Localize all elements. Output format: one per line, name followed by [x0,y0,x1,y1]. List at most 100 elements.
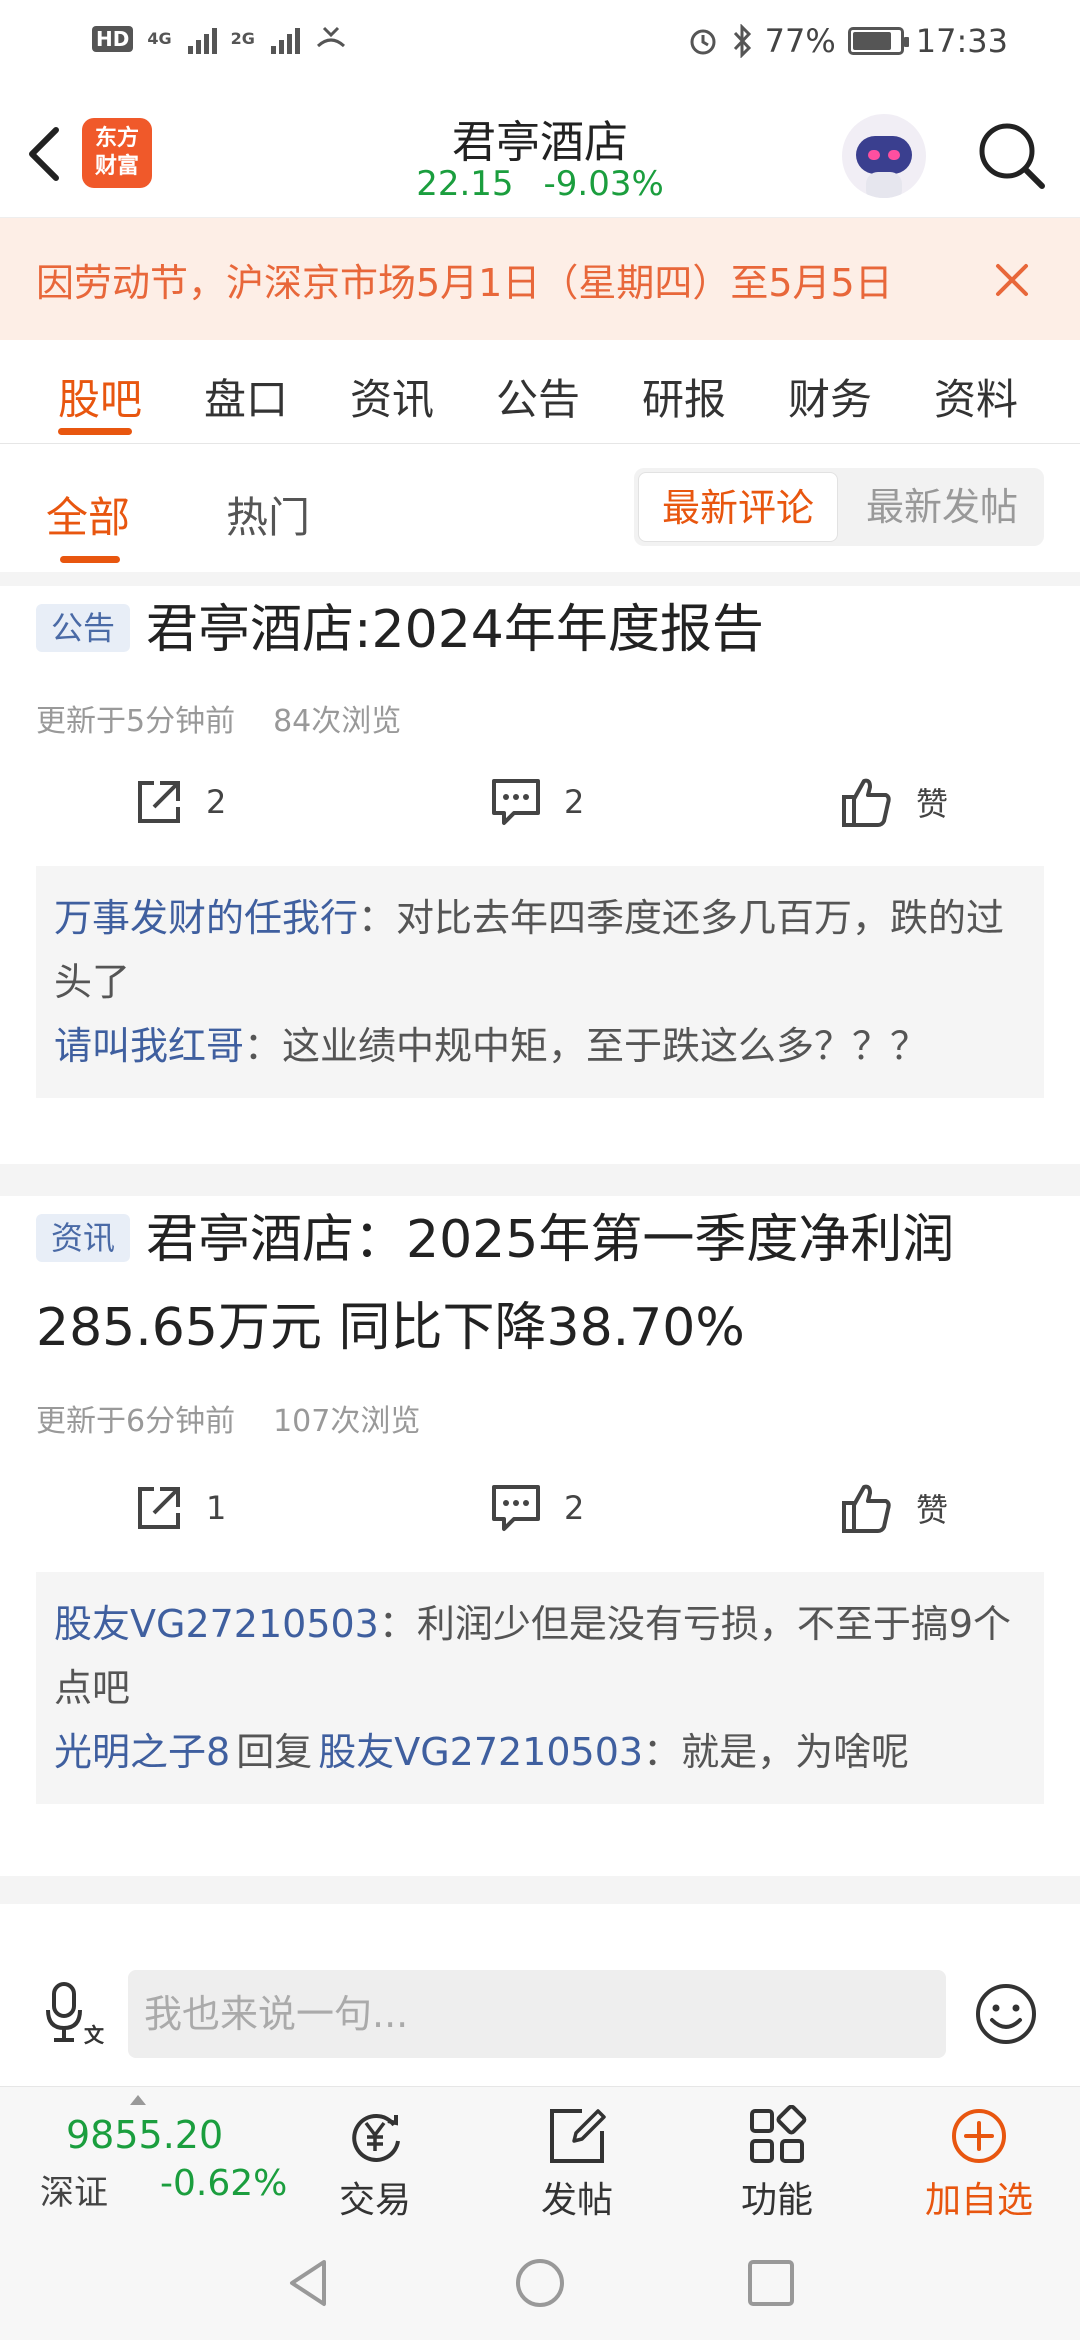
grid-apps-icon [750,2105,807,2163]
section-divider [0,572,1080,586]
tab-pankou[interactable]: 盘口 [204,366,288,427]
share-button[interactable]: 1 [134,1478,226,1538]
like-label: 赞 [916,785,949,823]
status-bar-left: HD 4G 2G [92,24,348,54]
comment-preview[interactable]: 股友VG27210503：利润少但是没有亏损，不至于搞9个点吧 光明之子8 回复股… [36,1572,1044,1804]
comment-item: 万事发财的任我行：对比去年四季度还多几百万，跌的过头了 [54,886,1026,1014]
share-count: 1 [206,1489,227,1527]
close-icon[interactable] [990,258,1034,302]
hd-badge: HD [92,26,134,52]
share-icon [138,781,180,823]
active-tab-indicator [58,428,132,435]
comment-preview[interactable]: 万事发财的任我行：对比去年四季度还多几百万，跌的过头了 请叫我红哥：这业绩中规中… [36,866,1044,1098]
bluetooth-icon [733,24,751,58]
stock-header: 东方 财富 君亭酒店 22.15 -9.03% [0,88,1080,218]
battery-percent: 77% [764,22,836,60]
sort-latest-comment-button[interactable]: 最新评论 [638,472,838,542]
subtab-all[interactable]: 全部 [46,484,130,545]
nav-post[interactable]: 发帖 [502,2087,652,2223]
stock-change: -9.03% [543,164,664,204]
tab-announcements[interactable]: 公告 [496,366,580,427]
comment-button[interactable]: 2 [490,1478,584,1538]
nav-label: 功能 [740,2180,813,2221]
reply-label: 回复 [236,1730,313,1774]
share-icon [138,1487,180,1529]
system-navigation-bar [0,2222,1080,2340]
nav-label: 交易 [338,2180,411,2221]
section-divider [0,1876,1080,1904]
missed-call-icon [316,26,345,48]
nav-label: 加自选 [924,2180,1033,2221]
plus-circle-icon [952,2109,1006,2163]
post-card[interactable]: 公告 君亭酒店:2024年年度报告 更新于5分钟前 84次浏览 2 2 赞 万事发财… [0,586,1080,1164]
main-tab-bar: 股吧 盘口 资讯 公告 研报 财务 资料 [0,340,1080,444]
post-meta: 更新于6分钟前 107次浏览 [36,1396,420,1440]
share-count: 2 [206,783,227,821]
comment-user[interactable]: 万事发财的任我行 [54,896,358,940]
battery-icon [847,27,909,55]
comment-text: ：这业绩中规中矩，至于跌这么多？？？ [244,1024,929,1068]
comment-item: 请叫我红哥：这业绩中规中矩，至于跌这么多？？？ [54,1014,1026,1078]
comment-item: 光明之子8 回复 股友VG27210503：就是，为啥呢 [54,1720,1026,1784]
tab-finance[interactable]: 财务 [788,366,872,427]
post-title-text: 君亭酒店:2024年年度报告 [146,600,764,660]
system-back-icon[interactable] [282,2256,336,2310]
assistant-robot-avatar[interactable] [842,114,926,198]
post-tag: 资讯 [36,1214,131,1262]
nav-add-watchlist[interactable]: 加自选 [904,2087,1054,2223]
tab-research[interactable]: 研报 [642,366,726,427]
subtab-hot[interactable]: 热门 [226,484,310,545]
emoji-icon[interactable] [972,1980,1040,2048]
post-updated: 更新于5分钟前 [36,704,236,739]
index-value: 9855.20 [66,2113,224,2157]
nav-features[interactable]: 功能 [702,2087,852,2223]
comment-user[interactable]: 股友VG27210503 [54,1602,379,1646]
signal-icon [187,24,217,54]
tab-guba[interactable]: 股吧 [58,366,142,427]
alarm-icon [690,29,716,55]
holiday-notice-banner: 因劳动节，沪深京市场5月1日（星期四）至5月5日 [0,218,1080,340]
sim2-network-label: 2G [230,29,255,48]
post-tag: 公告 [36,604,131,652]
comment-text: ：就是，为啥呢 [643,1730,910,1774]
notice-text[interactable]: 因劳动节，沪深京市场5月1日（星期四）至5月5日 [36,252,946,307]
post-title[interactable]: 资讯 君亭酒店：2025年第一季度净利润285.65万元 同比下降38.70% [36,1196,1046,1372]
index-change: -0.62% [160,2163,288,2204]
post-title-text: 君亭酒店：2025年第一季度净利润285.65万元 同比下降38.70% [36,1210,955,1358]
tab-profile[interactable]: 资料 [934,366,1018,427]
sort-latest-post-button[interactable]: 最新发帖 [844,472,1040,542]
system-recents-icon[interactable] [744,2256,798,2310]
post-title[interactable]: 公告 君亭酒店:2024年年度报告 [36,586,1046,674]
signal-icon [270,24,300,54]
like-button[interactable]: 赞 [840,1478,948,1538]
search-icon[interactable] [974,118,1048,192]
post-views: 84次浏览 [273,704,402,739]
bottom-nav: 9855.20 深证 -0.62% 交易 发帖 功能 加自选 [0,2086,1080,2222]
nav-trade[interactable]: 交易 [300,2087,450,2223]
comment-count: 2 [564,783,585,821]
section-divider [0,1164,1080,1196]
post-views: 107次浏览 [273,1404,421,1439]
caret-up-icon [130,2095,146,2105]
comment-button[interactable]: 2 [490,772,584,832]
post-card[interactable]: 资讯 君亭酒店：2025年第一季度净利润285.65万元 同比下降38.70% 更… [0,1196,1080,1876]
tab-news[interactable]: 资讯 [350,366,434,427]
voice-to-text-icon[interactable]: 文 [46,1980,104,2050]
sim1-network-label: 4G [147,29,172,48]
clock: 17:33 [915,22,1008,60]
comment-input[interactable]: 我也来说一句... [128,1970,946,2058]
active-subtab-indicator [60,556,120,563]
status-bar: HD 4G 2G 77% 17:33 [0,0,1080,88]
system-home-icon[interactable] [513,2256,567,2310]
like-button[interactable]: 赞 [840,772,948,832]
reply-to-user[interactable]: 股友VG27210503 [318,1730,643,1774]
trade-icon [352,2114,400,2162]
comment-user[interactable]: 光明之子8 [54,1730,230,1774]
nav-label: 发帖 [540,2180,613,2221]
share-button[interactable]: 2 [134,772,226,832]
like-label: 赞 [916,1491,949,1529]
svg-text:文: 文 [84,2023,104,2047]
comment-user[interactable]: 请叫我红哥 [54,1024,244,1068]
index-name: 深证 [40,2173,108,2213]
post-actions: 1 2 赞 [0,1478,1080,1538]
